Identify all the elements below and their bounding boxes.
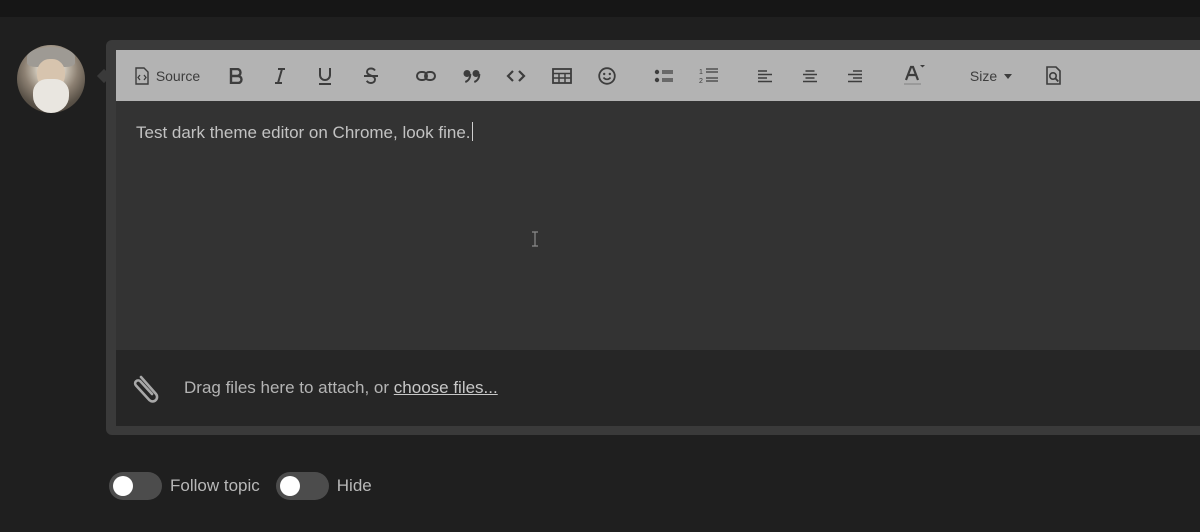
choose-files-link[interactable]: choose files...: [394, 378, 498, 397]
toggle-knob: [113, 476, 133, 496]
underline-icon: [318, 67, 332, 85]
editor-text: Test dark theme editor on Chrome, look f…: [136, 123, 471, 142]
numbered-list-button[interactable]: 12: [697, 63, 721, 89]
rich-text-editor: Source 12 Size Test dark theme editor on…: [116, 50, 1200, 426]
svg-text:1: 1: [699, 69, 703, 76]
italic-button[interactable]: [268, 63, 292, 89]
align-left-icon: [757, 69, 773, 83]
link-icon: [416, 70, 436, 82]
source-button[interactable]: Source: [130, 63, 204, 89]
align-right-icon: [847, 69, 863, 83]
hide-toggle[interactable]: [275, 472, 329, 500]
smiley-icon: [598, 67, 616, 85]
i-beam-cursor-icon: [530, 231, 540, 252]
source-icon: [134, 67, 150, 85]
editor-toolbar: Source 12 Size: [116, 50, 1200, 101]
bullet-list-button[interactable]: [652, 63, 676, 89]
hide-label: Hide: [336, 476, 372, 495]
strikethrough-button[interactable]: [359, 63, 383, 89]
align-right-button[interactable]: [843, 63, 867, 89]
avatar[interactable]: [17, 45, 85, 113]
paperclip-icon: [132, 370, 166, 411]
svg-text:2: 2: [699, 78, 703, 85]
code-icon: [506, 69, 526, 83]
attachment-dropzone[interactable]: Drag files here to attach, or choose fil…: [116, 350, 1200, 426]
align-center-icon: [802, 69, 818, 83]
quote-button[interactable]: [460, 63, 484, 89]
chevron-down-icon: [1004, 73, 1013, 79]
attachment-prompt-text: Drag files here to attach, or: [184, 378, 394, 397]
bullet-list-icon: [654, 68, 674, 84]
strikethrough-icon: [363, 67, 379, 85]
preview-icon: [1045, 66, 1063, 86]
source-label: Source: [155, 68, 201, 84]
follow-topic-label: Follow topic: [170, 476, 260, 495]
table-icon: [552, 68, 572, 84]
bold-icon: [229, 68, 243, 84]
link-button[interactable]: [414, 63, 438, 89]
quote-icon: [462, 69, 482, 83]
align-left-button[interactable]: [753, 63, 777, 89]
text-color-icon: [901, 64, 925, 88]
table-button[interactable]: [550, 63, 574, 89]
font-size-dropdown[interactable]: Size: [958, 63, 1024, 89]
underline-button[interactable]: [313, 63, 337, 89]
follow-topic-toggle[interactable]: [109, 472, 162, 500]
editor-content[interactable]: Test dark theme editor on Chrome, look f…: [136, 122, 473, 143]
align-center-button[interactable]: [798, 63, 822, 89]
preview-button[interactable]: [1042, 63, 1066, 89]
font-size-label: Size: [969, 68, 998, 84]
bold-button[interactable]: [224, 63, 248, 89]
text-caret: [471, 122, 473, 141]
text-color-button[interactable]: [899, 63, 927, 89]
italic-icon: [274, 68, 286, 84]
numbered-list-icon: 12: [699, 67, 719, 85]
attachment-prompt: Drag files here to attach, or choose fil…: [184, 378, 498, 398]
top-bar: [0, 0, 1200, 17]
emoji-button[interactable]: [595, 63, 619, 89]
post-options: Follow topic Hide: [109, 472, 388, 500]
toggle-knob: [279, 476, 300, 496]
code-button[interactable]: [504, 63, 528, 89]
